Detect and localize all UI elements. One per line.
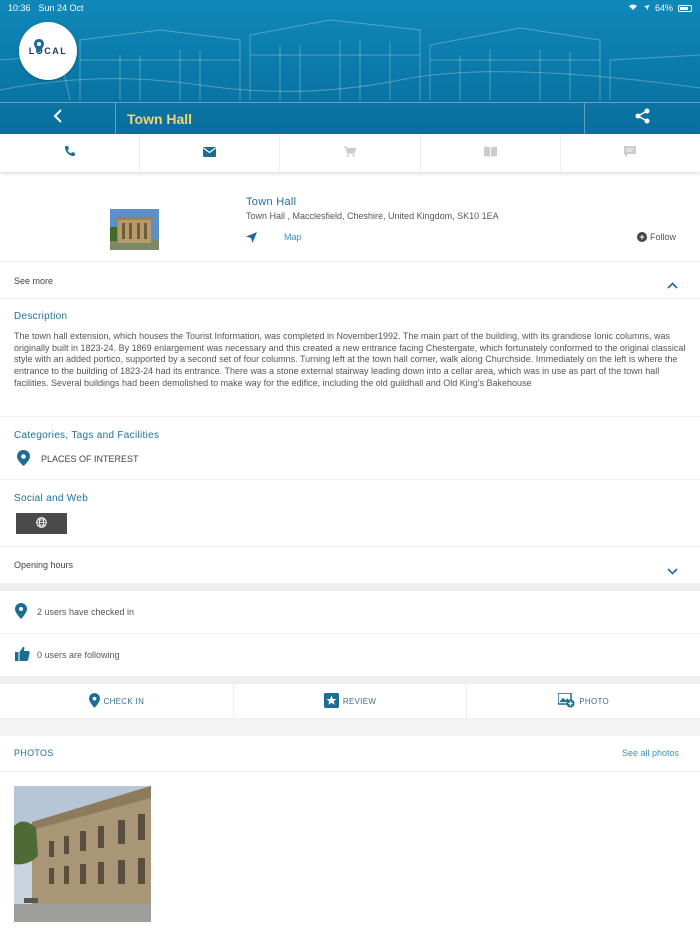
- place-name: Town Hall: [246, 196, 297, 208]
- menu-book-button[interactable]: [421, 134, 561, 172]
- website-button[interactable]: [16, 513, 67, 534]
- battery-icon: [678, 4, 692, 12]
- thumbs-up-icon: [15, 646, 30, 666]
- see-more-toggle[interactable]: See more: [0, 262, 700, 299]
- page-title: Town Hall: [127, 110, 193, 127]
- action-bar: CHECK IN REVIEW PHOTO: [0, 684, 700, 719]
- follow-label: Follow: [649, 232, 676, 242]
- add-photo-button[interactable]: PHOTO: [467, 684, 700, 718]
- wifi-icon: [628, 3, 638, 13]
- star-box-icon: [323, 692, 339, 710]
- plus-circle-icon: +: [636, 232, 647, 242]
- checked-in-stat[interactable]: 2 users have checked in: [0, 591, 700, 634]
- location-pin-icon: [88, 692, 100, 710]
- location-pin-icon: [15, 603, 27, 624]
- place-thumbnail[interactable]: [110, 209, 159, 250]
- status-bar: 10:36 Sun 24 Oct 64%: [0, 0, 700, 16]
- globe-icon: [36, 515, 47, 533]
- back-button[interactable]: [0, 102, 116, 134]
- opening-hours-toggle[interactable]: Opening hours: [0, 547, 700, 584]
- section-divider: [0, 719, 700, 736]
- following-stat[interactable]: 0 users are following: [0, 634, 700, 677]
- categories-section: Categories, Tags and Facilities PLACES O…: [0, 417, 700, 480]
- share-icon: [635, 108, 651, 129]
- place-address: Town Hall , Macclesfield, Cheshire, Unit…: [246, 211, 499, 221]
- check-in-label: CHECK IN: [103, 696, 145, 706]
- shop-button[interactable]: [280, 134, 421, 172]
- chevron-left-icon: [53, 109, 63, 128]
- photos-header: PHOTOS See all photos: [0, 736, 700, 772]
- phone-button[interactable]: [0, 134, 141, 172]
- category-label: PLACES OF INTEREST: [41, 454, 139, 464]
- check-in-button[interactable]: CHECK IN: [0, 684, 234, 718]
- review-button[interactable]: REVIEW: [234, 684, 468, 718]
- description-title: Description: [14, 311, 68, 322]
- review-label: REVIEW: [342, 696, 377, 706]
- location-pin-icon: [16, 450, 31, 468]
- social-section: Social and Web: [0, 480, 700, 547]
- photo-thumbnail[interactable]: [14, 786, 151, 922]
- chat-button[interactable]: [561, 134, 700, 172]
- email-icon: [203, 144, 217, 162]
- chevron-down-icon: [667, 562, 678, 580]
- phone-icon: [64, 144, 76, 162]
- follow-button[interactable]: + Follow: [636, 232, 676, 242]
- checked-in-count: 2 users have checked in: [37, 607, 135, 617]
- map-link[interactable]: Map: [284, 232, 302, 242]
- category-item[interactable]: PLACES OF INTEREST: [16, 450, 139, 468]
- add-photo-icon: [557, 691, 575, 710]
- opening-hours-label: Opening hours: [14, 560, 74, 570]
- photo-label: PHOTO: [579, 696, 610, 706]
- categories-title: Categories, Tags and Facilities: [14, 430, 160, 441]
- cart-icon: [344, 144, 357, 162]
- see-all-photos-link[interactable]: See all photos: [622, 748, 679, 758]
- chat-icon: [624, 144, 637, 162]
- battery-percent: 64%: [654, 3, 673, 13]
- title-bar: Town Hall: [0, 102, 700, 134]
- see-more-label: See more: [14, 276, 54, 286]
- section-divider: [0, 677, 700, 684]
- book-icon: [483, 144, 497, 162]
- following-count: 0 users are following: [37, 650, 120, 660]
- contact-bar: [0, 134, 700, 172]
- status-time: 10:36: [8, 3, 31, 13]
- description-body: The town hall extension, which houses th…: [14, 331, 686, 388]
- app-logo[interactable]: LOCAL: [19, 22, 77, 80]
- email-button[interactable]: [140, 134, 281, 172]
- section-divider: [0, 584, 700, 591]
- navigation-arrow-icon[interactable]: [245, 231, 258, 249]
- chevron-up-icon: [667, 276, 678, 294]
- header-banner: 10:36 Sun 24 Oct 64% LOCAL Town Hall: [0, 0, 700, 134]
- social-title: Social and Web: [14, 493, 89, 504]
- logo-pin-icon: [34, 39, 44, 58]
- photos-title: PHOTOS: [14, 748, 54, 758]
- status-date: Sun 24 Oct: [38, 3, 84, 13]
- description-section: Description The town hall extension, whi…: [0, 299, 700, 417]
- place-card: Town Hall Town Hall , Macclesfield, Ches…: [0, 180, 700, 262]
- share-button[interactable]: [584, 102, 700, 134]
- location-arrow-status-icon: [643, 3, 650, 13]
